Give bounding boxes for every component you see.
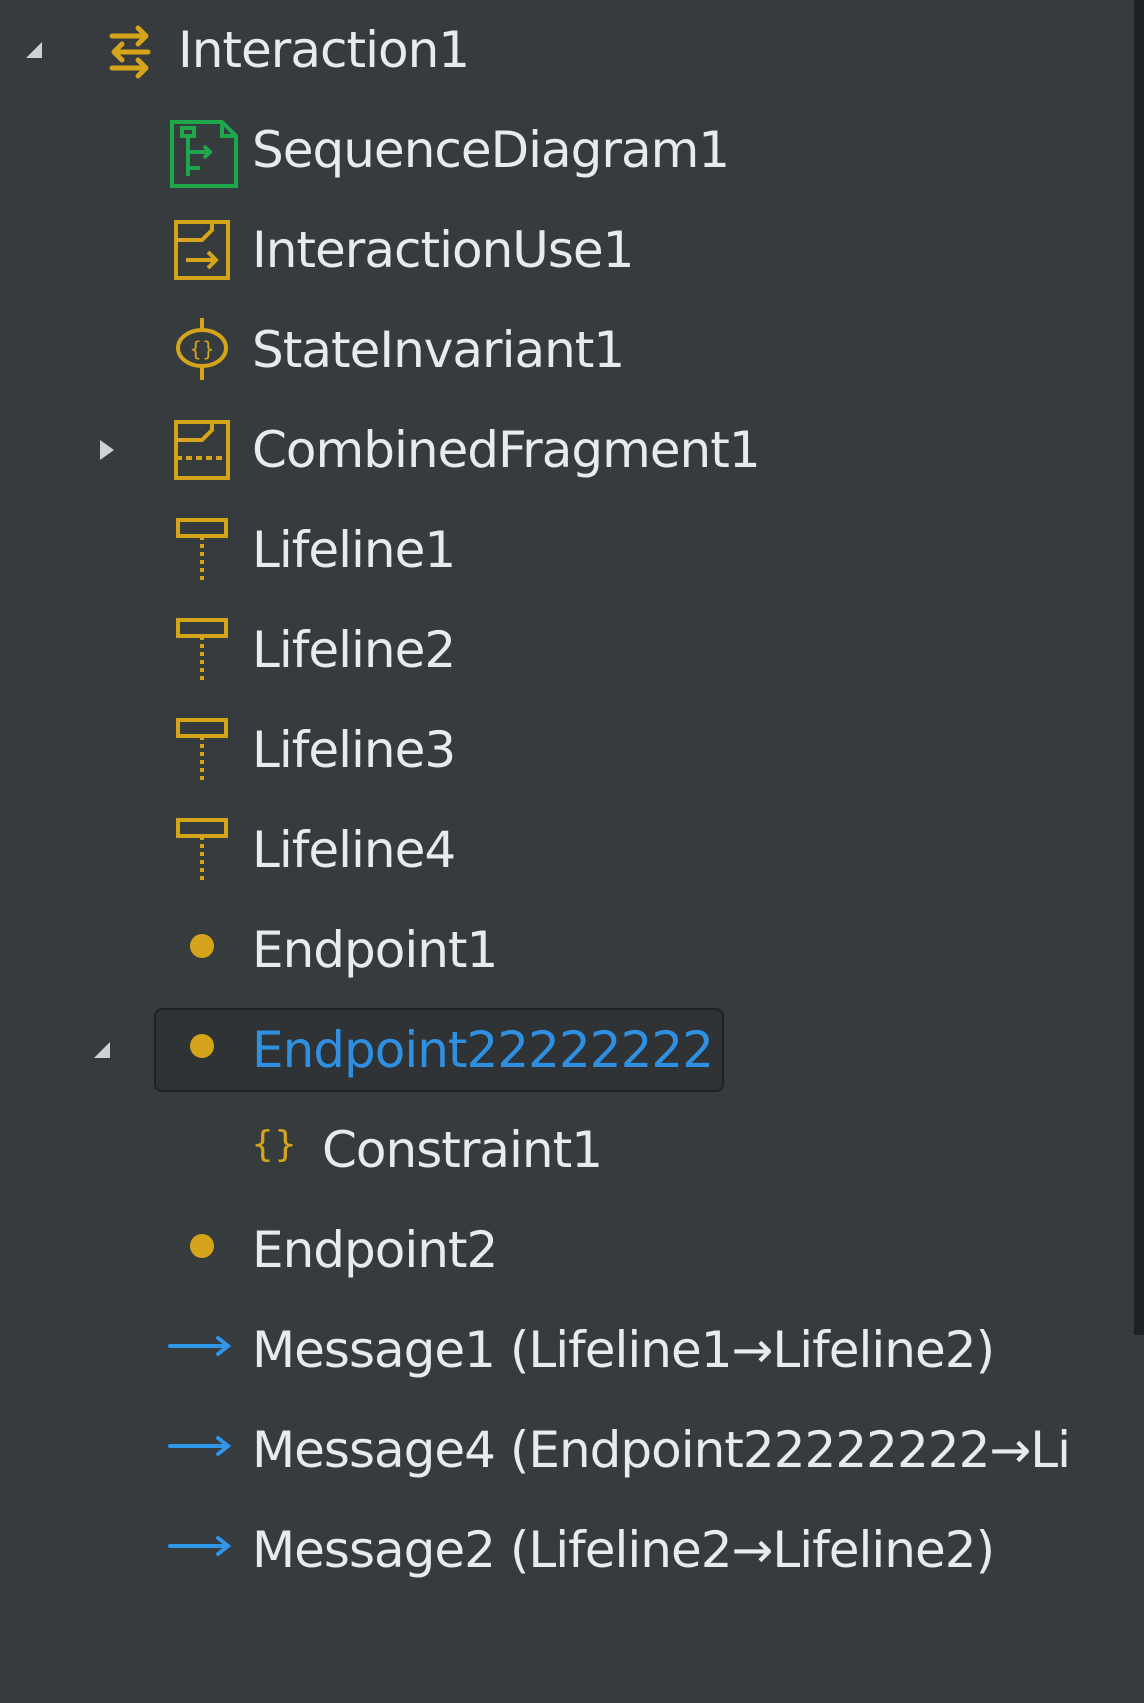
tree-item-interaction1[interactable]: Interaction1 xyxy=(0,0,1144,100)
tree-item-label: InteractionUse1 xyxy=(252,221,634,279)
tree-item-label: Constraint1 xyxy=(322,1121,603,1179)
constraint-icon: {} xyxy=(250,1118,330,1182)
message-arrow-icon xyxy=(166,1318,246,1382)
model-explorer-tree: Interaction1 SequenceDiagram1 Interactio… xyxy=(0,0,1144,1703)
expand-right-icon[interactable] xyxy=(92,436,120,464)
tree-item-label: Lifeline1 xyxy=(252,521,456,579)
svg-text:{}: {} xyxy=(251,1124,297,1165)
tree-item-label: CombinedFragment1 xyxy=(252,421,761,479)
svg-text:{}: {} xyxy=(189,337,214,361)
tree-item-combinedfragment1[interactable]: CombinedFragment1 xyxy=(0,400,1144,500)
tree-item-message2[interactable]: Message2 (Lifeline2→Lifeline2) xyxy=(0,1500,1144,1600)
tree-item-stateinvariant1[interactable]: {} StateInvariant1 xyxy=(0,300,1144,400)
sequence-diagram-icon xyxy=(168,118,248,188)
tree-item-label: Lifeline2 xyxy=(252,621,456,679)
tree-item-message1[interactable]: Message1 (Lifeline1→Lifeline2) xyxy=(0,1300,1144,1400)
expand-down-icon[interactable] xyxy=(88,1036,116,1064)
combined-fragment-icon xyxy=(172,418,252,482)
tree-item-label: Endpoint22222222 xyxy=(252,1021,714,1079)
tree-item-label: Message2 (Lifeline2→Lifeline2) xyxy=(252,1521,995,1579)
interaction-use-icon xyxy=(172,218,252,282)
tree-item-label: Lifeline4 xyxy=(252,821,456,879)
lifeline-icon xyxy=(174,718,254,782)
tree-item-label: Endpoint1 xyxy=(252,921,498,979)
tree-item-lifeline3[interactable]: Lifeline3 xyxy=(0,700,1144,800)
tree-item-message4[interactable]: Message4 (Endpoint22222222→Li xyxy=(0,1400,1144,1500)
tree-item-label: StateInvariant1 xyxy=(252,321,625,379)
tree-item-constraint1[interactable]: {} Constraint1 xyxy=(0,1100,1144,1200)
lifeline-icon xyxy=(174,518,254,582)
tree-item-endpoint2[interactable]: Endpoint2 xyxy=(0,1200,1144,1300)
tree-item-endpoint22222222[interactable]: Endpoint22222222 xyxy=(0,1000,1144,1100)
tree-item-label: SequenceDiagram1 xyxy=(252,121,730,179)
tree-item-lifeline4[interactable]: Lifeline4 xyxy=(0,800,1144,900)
tree-item-interactionuse1[interactable]: InteractionUse1 xyxy=(0,200,1144,300)
lifeline-icon xyxy=(174,818,254,882)
tree-item-lifeline1[interactable]: Lifeline1 xyxy=(0,500,1144,600)
lifeline-icon xyxy=(174,618,254,682)
message-arrow-icon xyxy=(166,1418,246,1482)
tree-item-label: Message4 (Endpoint22222222→Li xyxy=(252,1421,1071,1479)
interaction-icon xyxy=(98,18,178,82)
message-arrow-icon xyxy=(166,1518,246,1582)
vertical-scrollbar[interactable] xyxy=(1134,0,1144,1335)
tree-item-lifeline2[interactable]: Lifeline2 xyxy=(0,600,1144,700)
tree-item-label: Endpoint2 xyxy=(252,1221,498,1279)
tree-item-label: Message1 (Lifeline1→Lifeline2) xyxy=(252,1321,995,1379)
tree-item-endpoint1[interactable]: Endpoint1 xyxy=(0,900,1144,1000)
expand-down-icon[interactable] xyxy=(20,36,48,64)
tree-item-label: Lifeline3 xyxy=(252,721,456,779)
tree-item-label: Interaction1 xyxy=(178,21,470,79)
state-invariant-icon: {} xyxy=(172,318,252,382)
tree-item-sequencediagram1[interactable]: SequenceDiagram1 xyxy=(0,100,1144,200)
